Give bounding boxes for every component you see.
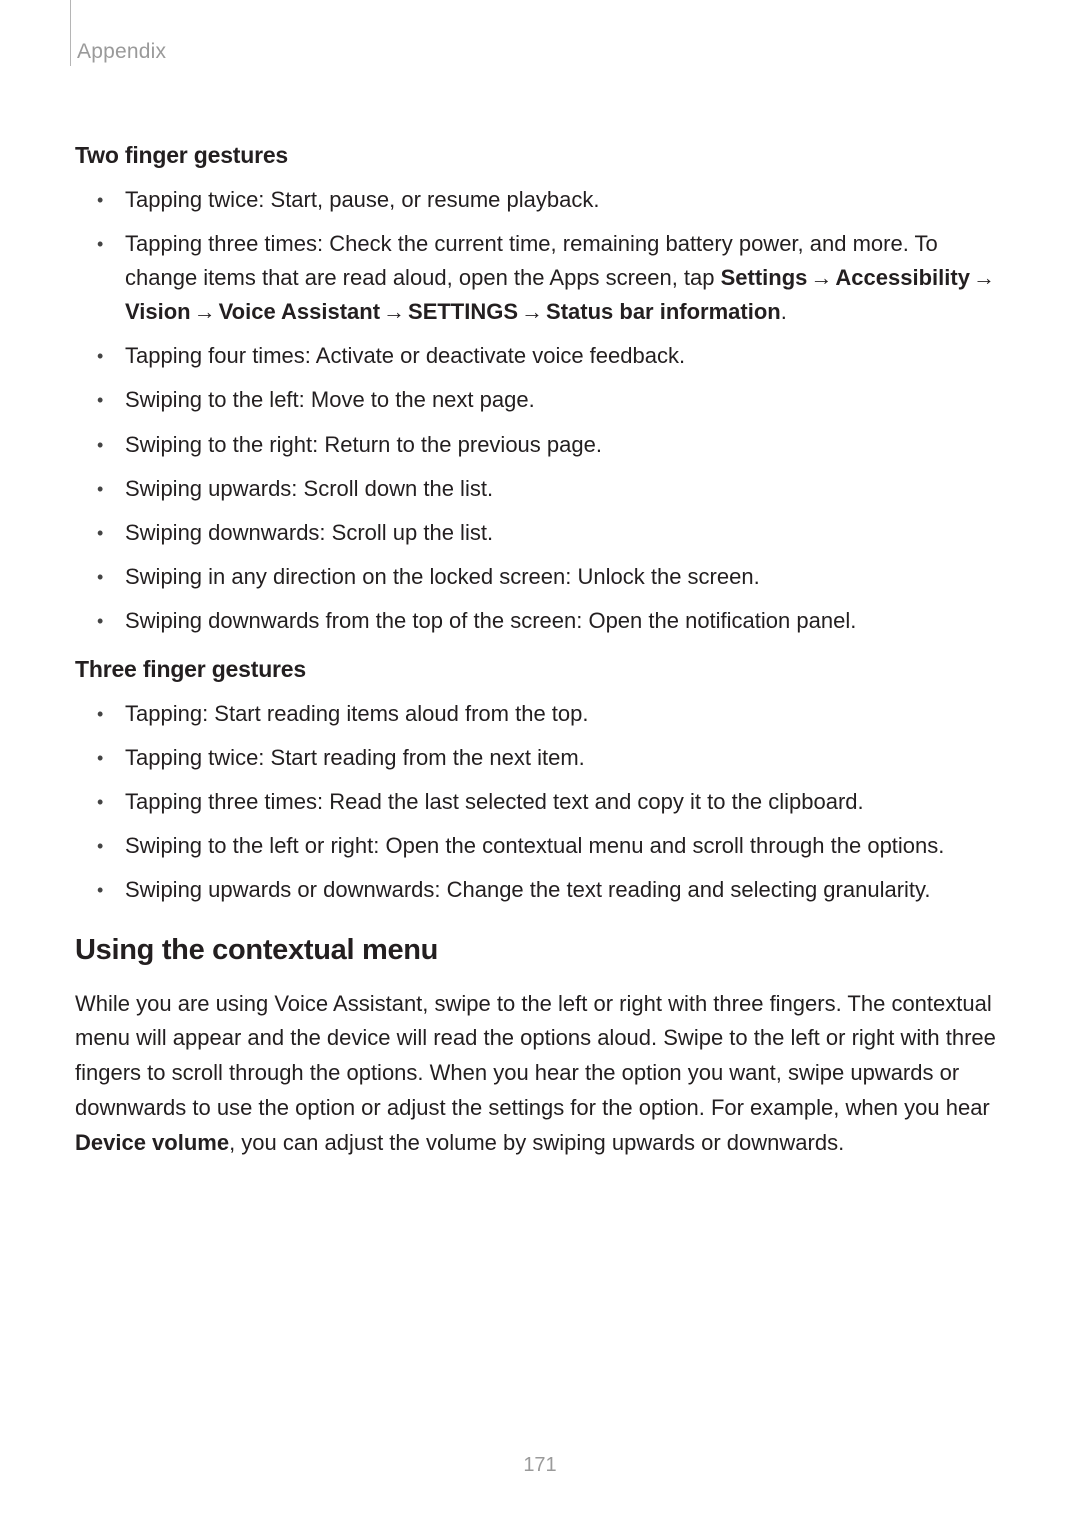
header: Appendix (75, 40, 1005, 90)
list-item: Tapping twice: Start reading from the ne… (97, 741, 1005, 775)
header-section-label: Appendix (75, 40, 1005, 64)
list-item: Swiping in any direction on the locked s… (97, 560, 1005, 594)
list-item-text: Swiping upwards: Scroll down the list. (125, 476, 493, 501)
path-segment: Voice Assistant (219, 299, 380, 324)
list-item-text: Tapping twice: Start, pause, or resume p… (125, 187, 599, 212)
list-item-text: Swiping to the left or right: Open the c… (125, 833, 944, 858)
list-item: Swiping to the left or right: Open the c… (97, 829, 1005, 863)
page-number: 171 (0, 1454, 1080, 1477)
list-item-text: Swiping downwards: Scroll up the list. (125, 520, 493, 545)
list-item: Tapping three times: Check the current t… (97, 227, 1005, 329)
two-finger-list: Tapping twice: Start, pause, or resume p… (75, 183, 1005, 638)
list-item: Tapping: Start reading items aloud from … (97, 697, 1005, 731)
list-item: Swiping upwards or downwards: Change the… (97, 873, 1005, 907)
list-item: Tapping four times: Activate or deactiva… (97, 339, 1005, 373)
body-bold: Device volume (75, 1130, 229, 1155)
arrow-icon: → (518, 295, 546, 329)
list-item: Tapping three times: Read the last selec… (97, 785, 1005, 819)
arrow-icon: → (970, 261, 998, 295)
list-item-text: Tapping three times: Read the last selec… (125, 789, 864, 814)
path-segment: Status bar information (546, 299, 781, 324)
three-finger-heading: Three finger gestures (75, 656, 1005, 683)
list-item-text: Swiping upwards or downwards: Change the… (125, 877, 931, 902)
list-item: Swiping to the left: Move to the next pa… (97, 383, 1005, 417)
list-item-text: Swiping to the right: Return to the prev… (125, 432, 602, 457)
list-item-text: Swiping to the left: Move to the next pa… (125, 387, 535, 412)
list-item: Swiping to the right: Return to the prev… (97, 428, 1005, 462)
list-item-post: . (781, 299, 787, 324)
three-finger-list: Tapping: Start reading items aloud from … (75, 697, 1005, 907)
list-item-text: Swiping downwards from the top of the sc… (125, 608, 856, 633)
list-item-text: Swiping in any direction on the locked s… (125, 564, 760, 589)
list-item: Swiping downwards from the top of the sc… (97, 604, 1005, 638)
path-segment: Settings (721, 265, 808, 290)
header-rule (70, 0, 71, 66)
arrow-icon: → (191, 295, 219, 329)
list-item-text: Tapping: Start reading items aloud from … (125, 701, 588, 726)
contextual-menu-heading: Using the contextual menu (75, 934, 1005, 967)
list-item: Tapping twice: Start, pause, or resume p… (97, 183, 1005, 217)
list-item-text: Tapping twice: Start reading from the ne… (125, 745, 585, 770)
path-segment: SETTINGS (408, 299, 518, 324)
path-segment: Accessibility (835, 265, 970, 290)
page-container: Appendix Two finger gestures Tapping twi… (0, 0, 1080, 1527)
list-item: Swiping downwards: Scroll up the list. (97, 516, 1005, 550)
path-segment: Vision (125, 299, 191, 324)
two-finger-heading: Two finger gestures (75, 142, 1005, 169)
arrow-icon: → (807, 261, 835, 295)
arrow-icon: → (380, 295, 408, 329)
list-item: Swiping upwards: Scroll down the list. (97, 472, 1005, 506)
body-pre: While you are using Voice Assistant, swi… (75, 991, 996, 1120)
list-item-text: Tapping four times: Activate or deactiva… (125, 343, 685, 368)
body-post: , you can adjust the volume by swiping u… (229, 1130, 844, 1155)
contextual-menu-body: While you are using Voice Assistant, swi… (75, 987, 1005, 1161)
